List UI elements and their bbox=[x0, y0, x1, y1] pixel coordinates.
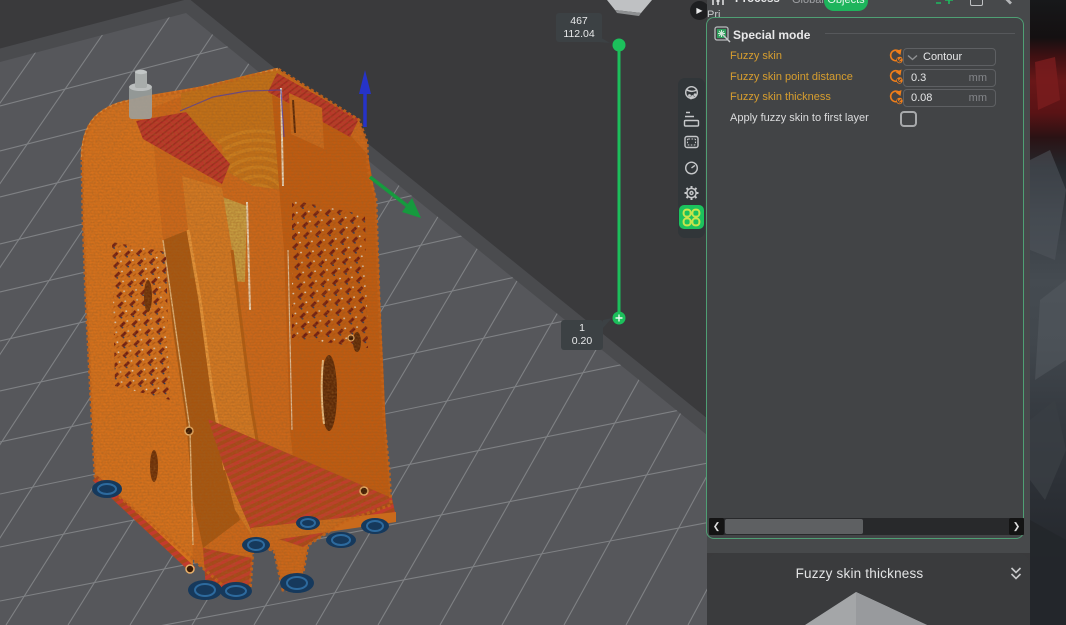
svg-text:112.04: 112.04 bbox=[563, 28, 594, 40]
svg-text:0.20: 0.20 bbox=[572, 335, 593, 347]
svg-text:1: 1 bbox=[579, 322, 585, 334]
svg-text:467: 467 bbox=[570, 15, 588, 27]
